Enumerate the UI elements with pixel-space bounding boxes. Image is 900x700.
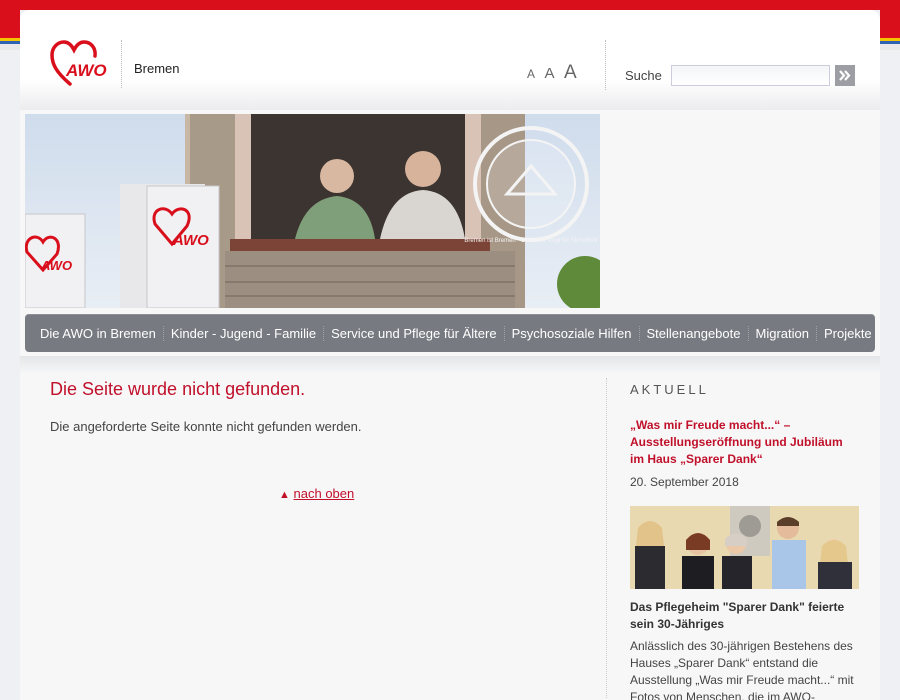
nav-item-migration[interactable]: Migration: [749, 325, 817, 341]
heart-logo-icon: AWO: [50, 40, 107, 86]
svg-text:AWO: AWO: [40, 258, 72, 273]
sidebar-heading: AKTUELL: [630, 382, 709, 397]
error-message: Die angeforderte Seite konnte nicht gefu…: [50, 419, 362, 434]
nav-item-stellenangebote[interactable]: Stellenangebote: [640, 325, 749, 341]
back-to-top: ▲ nach oben: [279, 486, 354, 501]
back-to-top-link[interactable]: nach oben: [294, 486, 355, 501]
hero-image: AWO AWO Bremen ist Bremen - Die AWO sorg…: [25, 114, 600, 308]
font-size-controls: A A A: [527, 62, 582, 84]
arrow-up-icon: ▲: [279, 489, 290, 501]
search-label: Suche: [625, 68, 662, 83]
right-color-band: [880, 10, 900, 50]
left-color-band: [0, 10, 20, 50]
page-title: Die Seite wurde nicht gefunden.: [50, 379, 306, 399]
header-separator: [605, 40, 606, 90]
news-teaser-text: Anlässlich des 30-jährigen Bestehens des…: [630, 639, 854, 700]
hero-illustration: AWO AWO Bremen ist Bremen - Die AWO sorg…: [25, 114, 600, 308]
news-photo[interactable]: [630, 506, 859, 589]
svg-text:AWO: AWO: [172, 232, 209, 249]
site-name: Bremen: [134, 61, 180, 76]
top-color-band: [0, 0, 900, 10]
news-subtitle: Das Pflegeheim "Sparer Dank" feierte sei…: [630, 600, 845, 631]
news-date: 20. September 2018: [630, 475, 739, 489]
nav-item-kinder-jugend-familie[interactable]: Kinder - Jugend - Familie: [164, 325, 325, 341]
news-title-link[interactable]: „Was mir Freude macht...“ – Ausstellungs…: [630, 417, 855, 468]
column-separator: [606, 378, 607, 698]
awo-logo[interactable]: AWO: [50, 40, 110, 88]
font-size-large-button[interactable]: A: [564, 62, 577, 84]
site-header: AWO Bremen A A A Suche: [20, 10, 880, 110]
nav-item-psychosoziale-hilfen[interactable]: Psychosoziale Hilfen: [505, 325, 640, 341]
double-chevron-right-icon: [839, 70, 851, 81]
search-input[interactable]: [671, 65, 830, 86]
group-photo: [630, 506, 859, 589]
content-top-shade: [20, 356, 880, 374]
font-size-small-button[interactable]: A: [527, 67, 535, 81]
svg-text:Bremen ist Bremen - Die AWO so: Bremen ist Bremen - Die AWO sorgt für Si…: [464, 238, 597, 244]
main-navigation: Die AWO in Bremen Kinder - Jugend - Fami…: [25, 314, 875, 352]
nav-item-service-pflege[interactable]: Service und Pflege für Ältere: [324, 325, 505, 341]
font-size-medium-button[interactable]: A: [544, 65, 554, 82]
nav-item-projekte[interactable]: Projekte: [817, 326, 879, 341]
search-submit-button[interactable]: [835, 65, 855, 86]
nav-item-awo-in-bremen[interactable]: Die AWO in Bremen: [33, 325, 164, 341]
logo-separator: [121, 40, 122, 88]
svg-text:AWO: AWO: [65, 61, 107, 80]
